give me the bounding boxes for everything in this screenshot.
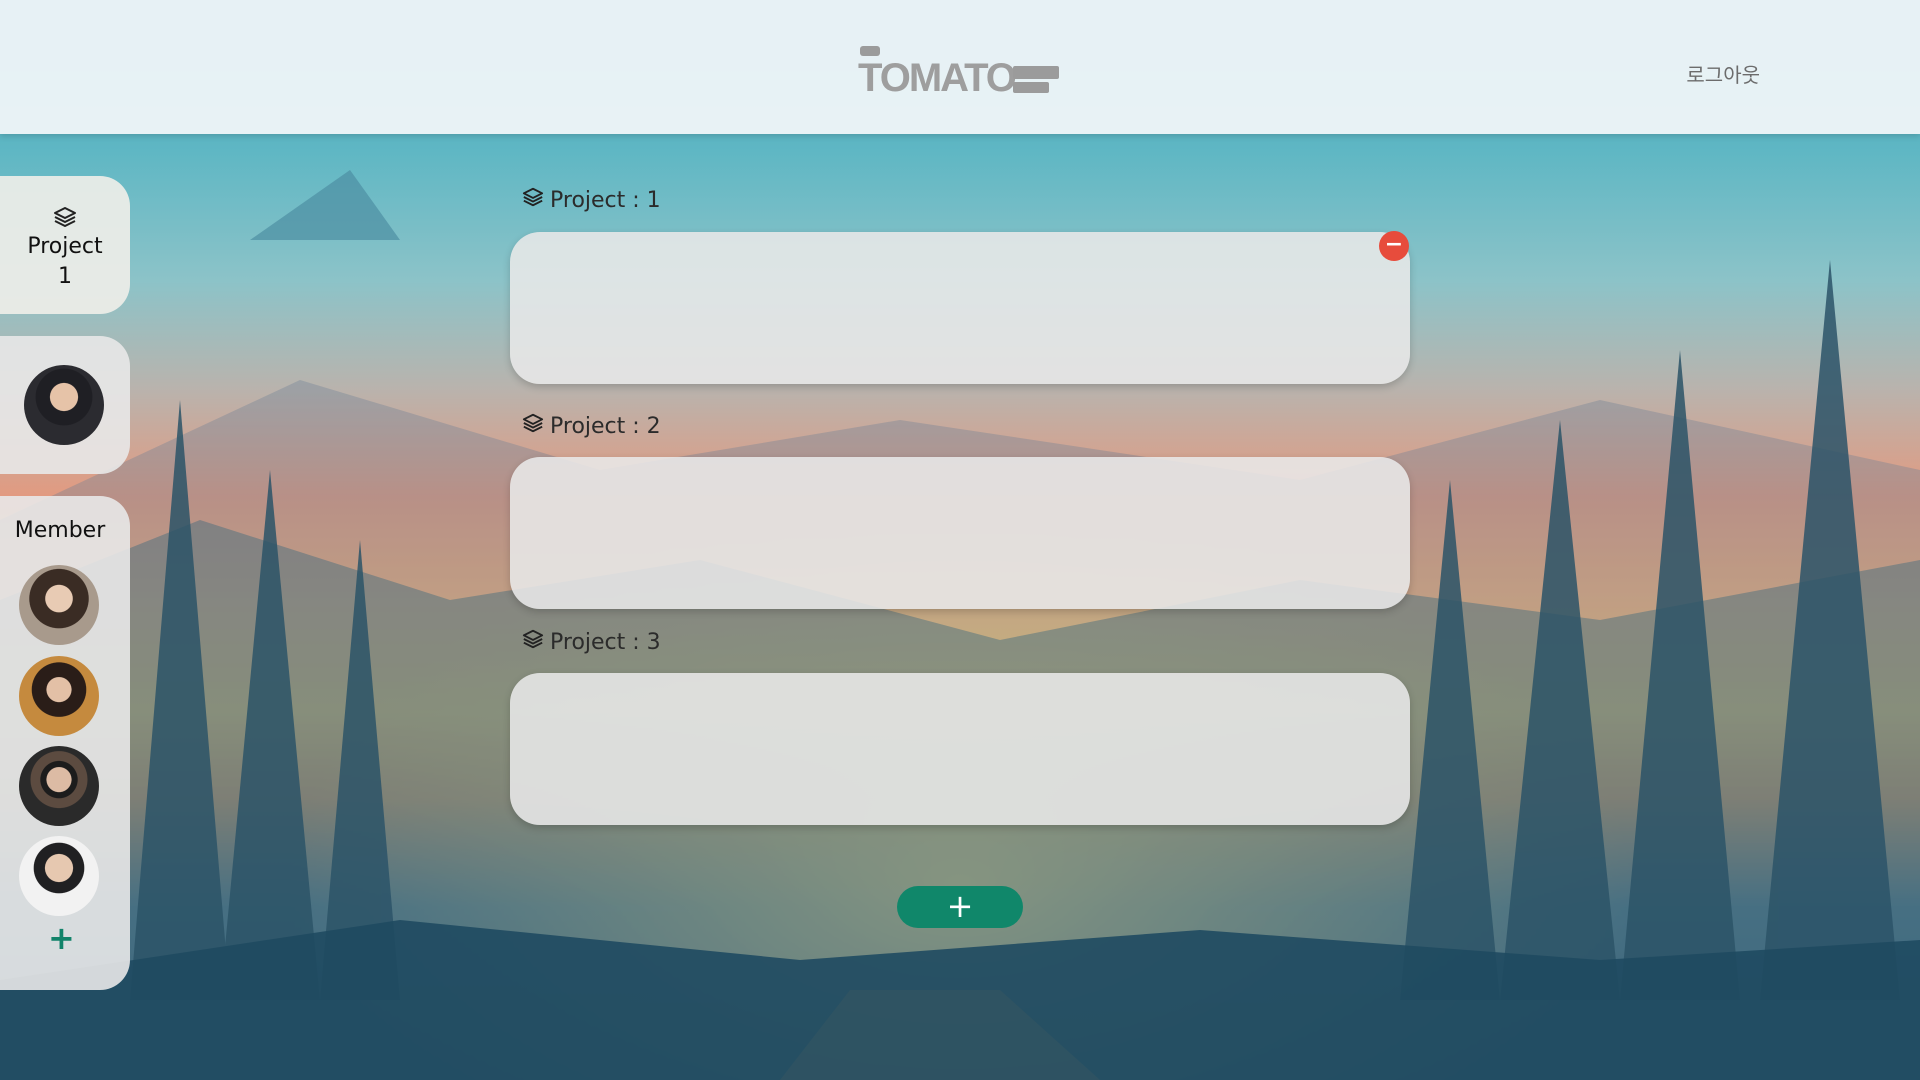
project-card[interactable] (510, 457, 1410, 609)
member-avatar[interactable] (19, 656, 99, 736)
add-member-button[interactable]: + (48, 922, 75, 954)
current-project-number: 1 (58, 264, 72, 289)
remove-project-button[interactable]: − (1379, 231, 1409, 261)
layers-icon (522, 628, 544, 656)
user-avatar[interactable] (24, 365, 104, 445)
logout-button[interactable]: 로그아웃 (1686, 59, 1760, 88)
project-card[interactable] (510, 673, 1410, 825)
logo-bar (1013, 82, 1049, 93)
project-label: Project : 3 (522, 628, 661, 656)
project-label-text: Project : 2 (550, 413, 661, 439)
project-label-text: Project : 1 (550, 187, 661, 213)
current-project-card[interactable]: Project 1 (0, 176, 130, 314)
top-header: TOMATO 로그아웃 (0, 0, 1920, 134)
project-label: Project : 1 (522, 186, 661, 214)
members-card: Member + (0, 496, 130, 990)
current-project-label: Project (27, 234, 103, 259)
layers-icon (0, 206, 130, 232)
project-label: Project : 2 (522, 412, 661, 440)
members-title: Member (14, 518, 106, 543)
member-avatar[interactable] (19, 836, 99, 916)
logo-mark (860, 46, 880, 56)
project-card[interactable] (510, 232, 1410, 384)
logo-text: TOMATO (858, 56, 1017, 100)
user-profile-card[interactable] (0, 336, 130, 474)
logo-bar (1013, 66, 1059, 79)
member-avatar[interactable] (19, 565, 99, 645)
layers-icon (522, 412, 544, 440)
layers-icon (522, 186, 544, 214)
project-label-text: Project : 3 (550, 629, 661, 655)
add-project-button[interactable]: + (897, 886, 1023, 928)
member-avatar[interactable] (19, 746, 99, 826)
